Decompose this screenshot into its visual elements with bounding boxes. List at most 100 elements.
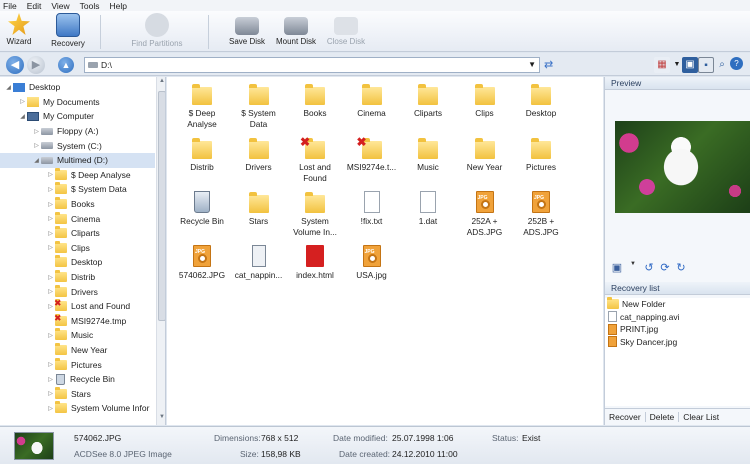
file-item[interactable]: Desktop [514, 83, 568, 119]
tree-item[interactable]: ◢ Desktop [0, 80, 155, 95]
tree-item[interactable]: Desktop [0, 255, 155, 270]
tree-item[interactable]: ▷ My Documents [0, 95, 155, 110]
mount-disk-button[interactable]: Mount Disk [272, 13, 320, 51]
file-item[interactable]: index.html [288, 245, 342, 281]
save-disk-button[interactable]: Save Disk [226, 13, 268, 51]
expand-toggle-icon[interactable]: ▷ [46, 376, 55, 383]
file-item[interactable]: !fix.txt [345, 191, 399, 227]
tree-item[interactable]: ▷ Music [0, 328, 155, 343]
expand-toggle-icon[interactable]: ▷ [46, 230, 55, 237]
expand-toggle-icon[interactable]: ◢ [4, 84, 13, 91]
clear-list-button[interactable]: Clear List [679, 412, 723, 422]
menu-edit[interactable]: Edit [27, 1, 42, 11]
tree-item[interactable]: ▷ System (C:) [0, 138, 155, 153]
menu-tools[interactable]: Tools [80, 1, 100, 11]
tree-item[interactable]: ▷ Stars [0, 386, 155, 402]
chevron-down-icon[interactable]: ▼ [528, 58, 536, 72]
expand-toggle-icon[interactable]: ▷ [46, 332, 55, 339]
tree-item[interactable]: ▷ Clips [0, 240, 155, 256]
tree-item[interactable]: ▷Lost and Found [0, 298, 155, 314]
file-item[interactable]: Pictures [514, 137, 568, 173]
scroll-thumb[interactable] [158, 91, 165, 321]
search-icon[interactable]: ⌕ [714, 57, 730, 73]
image-icon[interactable]: ▣ [611, 261, 623, 275]
file-item[interactable]: Distrib [175, 137, 229, 173]
recovery-list-item[interactable]: New Folder [605, 297, 750, 311]
wizard-button[interactable]: Wizard [4, 13, 34, 51]
file-item[interactable]: $ Deep Analyse [175, 83, 229, 129]
go-icon[interactable]: ⇄ [544, 58, 558, 72]
address-input[interactable]: D:\ ▼ [84, 57, 540, 73]
expand-toggle-icon[interactable]: ◢ [18, 113, 27, 120]
forward-button[interactable]: ▶ [27, 56, 45, 74]
find-partitions-button[interactable]: Find Partitions [124, 13, 190, 51]
file-item[interactable]: $ System Data [232, 83, 286, 129]
rotate-right-icon[interactable]: ↻ [675, 261, 687, 275]
tree-item[interactable]: ◢ My Computer [0, 109, 155, 124]
file-item[interactable]: Stars [232, 191, 286, 227]
file-item[interactable]: 252B +ADS.JPG [514, 191, 568, 237]
view-mode-icon[interactable]: ▦ [654, 57, 670, 73]
close-disk-button[interactable]: Close Disk [324, 13, 368, 51]
tree-item[interactable]: ▷ Floppy (A:) [0, 124, 155, 139]
file-item[interactable]: Cliparts [401, 83, 455, 119]
file-item[interactable]: Recycle Bin [175, 191, 229, 227]
expand-toggle-icon[interactable]: ▷ [46, 288, 55, 295]
file-item[interactable]: 252A +ADS.JPG [458, 191, 512, 237]
file-item[interactable]: Books [288, 83, 342, 119]
tree-item[interactable]: ▷ $ Deep Analyse [0, 167, 155, 183]
menu-help[interactable]: Help [109, 1, 126, 11]
recovery-list-item[interactable]: PRINT.jpg [605, 323, 750, 336]
expand-toggle-icon[interactable]: ▷ [46, 274, 55, 281]
tree-item[interactable]: ▷ System Volume Infor [0, 401, 155, 416]
tree-item[interactable]: ▷ Cliparts [0, 226, 155, 241]
save-icon[interactable]: ▪ [698, 57, 714, 73]
expand-toggle-icon[interactable]: ▷ [46, 361, 55, 368]
recovery-list-item[interactable]: Sky Dancer.jpg [605, 336, 750, 349]
file-item[interactable]: 1.dat [401, 191, 455, 227]
expand-toggle-icon[interactable]: ▷ [32, 142, 41, 149]
tree-item[interactable]: ▷ Drivers [0, 284, 155, 299]
tree-item[interactable]: ▷ Recycle Bin [0, 372, 155, 387]
file-item[interactable]: Cinema [345, 83, 399, 119]
recover-button[interactable]: Recover [605, 412, 646, 422]
tree-item[interactable]: ▷ Distrib [0, 270, 155, 285]
file-item[interactable]: Drivers [232, 137, 286, 173]
tree-item[interactable]: ▷ Cinema [0, 211, 155, 226]
file-item[interactable]: Music [401, 137, 455, 173]
file-item[interactable]: USA.jpg [345, 245, 399, 281]
file-item[interactable]: cat_nappin... [232, 245, 286, 281]
file-item[interactable]: New Year [458, 137, 512, 173]
file-item[interactable]: 574062.JPG [175, 242, 229, 281]
file-item[interactable]: System Volume In... [288, 191, 342, 237]
expand-toggle-icon[interactable]: ▷ [46, 244, 55, 251]
tree-item[interactable]: New Year [0, 343, 155, 358]
tree-item[interactable]: MSI9274e.tmp [0, 313, 155, 329]
dropdown-icon[interactable]: ▼ [627, 261, 639, 275]
expand-toggle-icon[interactable]: ▷ [46, 201, 55, 208]
flip-icon[interactable]: ⟳ [659, 261, 671, 275]
expand-toggle-icon[interactable]: ◢ [32, 157, 41, 164]
expand-toggle-icon[interactable]: ▷ [46, 171, 55, 178]
recovery-list-item[interactable]: cat_napping.avi [605, 311, 750, 324]
file-item[interactable]: Lost andFound [288, 137, 342, 183]
rotate-left-icon[interactable]: ↺ [643, 261, 655, 275]
tree-scrollbar[interactable]: ▲ ▼ [156, 77, 165, 425]
tree-item[interactable]: ▷ Books [0, 197, 155, 212]
scroll-down-icon[interactable]: ▼ [157, 414, 165, 424]
scroll-up-icon[interactable]: ▲ [157, 78, 165, 88]
help-icon[interactable]: ? [730, 57, 743, 70]
recovery-button[interactable]: Recovery [46, 13, 90, 51]
tree-item[interactable]: ▷ $ System Data [0, 182, 155, 197]
expand-toggle-icon[interactable]: ▷ [46, 215, 55, 222]
expand-toggle-icon[interactable]: ▷ [46, 390, 55, 397]
delete-button[interactable]: Delete [646, 412, 680, 422]
tree-item[interactable]: ▷ Pictures [0, 357, 155, 372]
expand-toggle-icon[interactable]: ▷ [46, 405, 55, 412]
preview-toggle-icon[interactable]: ▣ [682, 57, 698, 73]
menu-view[interactable]: View [51, 1, 69, 11]
expand-toggle-icon[interactable]: ▷ [46, 186, 55, 193]
back-button[interactable]: ◀ [6, 56, 24, 74]
expand-toggle-icon[interactable]: ▷ [18, 98, 27, 105]
file-item[interactable]: Clips [458, 83, 512, 119]
